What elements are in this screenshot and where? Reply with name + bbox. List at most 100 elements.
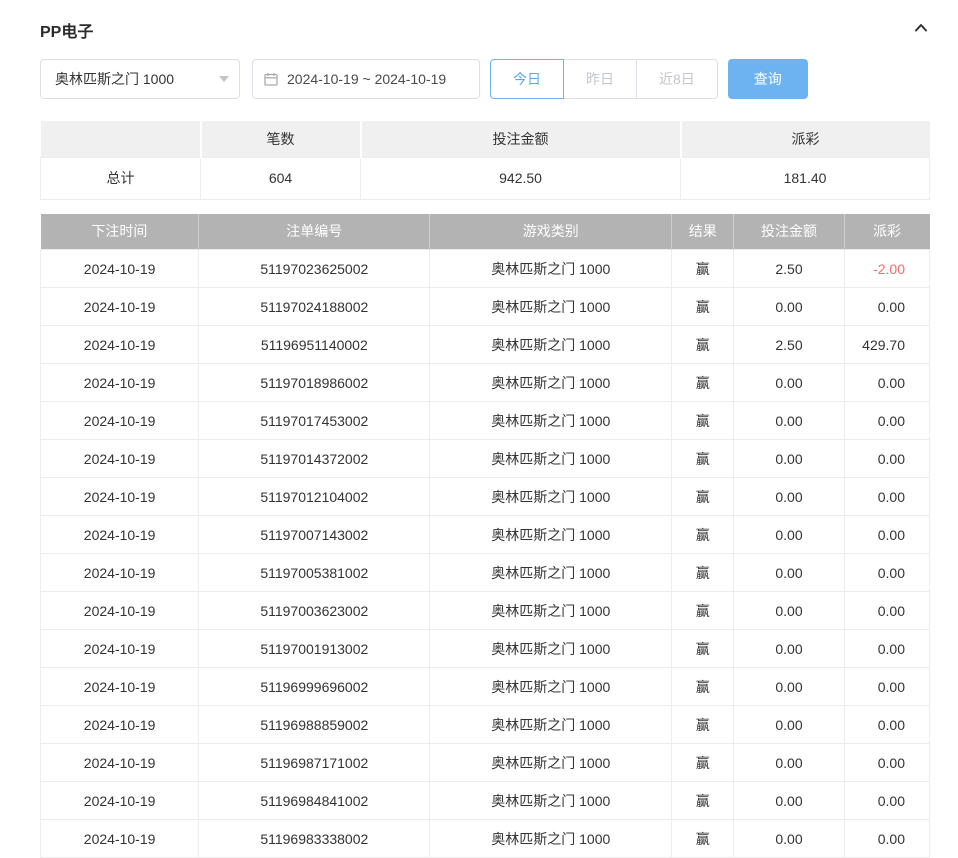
table-cell: 2024-10-19: [41, 706, 199, 744]
table-cell: 51197017453002: [199, 402, 430, 440]
table-cell: 赢: [672, 478, 734, 516]
table-cell: 赢: [672, 820, 734, 858]
bet-table-header-cell: 注单编号: [199, 214, 430, 250]
table-cell: 2024-10-19: [41, 326, 199, 364]
table-cell: 0.00: [734, 516, 844, 554]
table-cell: 赢: [672, 250, 734, 288]
table-cell: 51196999696002: [199, 668, 430, 706]
table-cell: 0.00: [734, 554, 844, 592]
summary-header-payout: 派彩: [681, 121, 930, 157]
table-cell: 奥林匹斯之门 1000: [430, 250, 672, 288]
table-row: 2024-10-1951197017453002奥林匹斯之门 1000赢0.00…: [41, 402, 930, 440]
table-cell: 赢: [672, 516, 734, 554]
table-cell: 赢: [672, 364, 734, 402]
summary-header-count: 笔数: [201, 121, 361, 157]
table-cell: 51196988859002: [199, 706, 430, 744]
table-cell: 0.00: [844, 402, 929, 440]
summary-total-label: 总计: [41, 157, 201, 199]
table-cell: 0.00: [844, 820, 929, 858]
table-cell: 0.00: [844, 478, 929, 516]
table-row: 2024-10-1951197014372002奥林匹斯之门 1000赢0.00…: [41, 440, 930, 478]
table-cell: 奥林匹斯之门 1000: [430, 288, 672, 326]
table-row: 2024-10-1951197005381002奥林匹斯之门 1000赢0.00…: [41, 554, 930, 592]
chevron-up-icon: [912, 19, 930, 42]
table-cell: 51196987171002: [199, 744, 430, 782]
table-cell: 0.00: [734, 668, 844, 706]
table-row: 2024-10-1951197018986002奥林匹斯之门 1000赢0.00…: [41, 364, 930, 402]
table-cell: 0.00: [734, 478, 844, 516]
chevron-down-icon: [219, 76, 229, 82]
table-row: 2024-10-1951197024188002奥林匹斯之门 1000赢0.00…: [41, 288, 930, 326]
table-cell: 2024-10-19: [41, 402, 199, 440]
date-range-input[interactable]: 2024-10-19 ~ 2024-10-19: [252, 59, 480, 99]
search-button[interactable]: 查询: [728, 59, 808, 99]
bet-table: 下注时间注单编号游戏类别结果投注金额派彩 2024-10-19511970236…: [40, 214, 930, 858]
table-cell: 2.50: [734, 326, 844, 364]
table-cell: 429.70: [844, 326, 929, 364]
table-cell: 0.00: [844, 554, 929, 592]
table-cell: 0.00: [844, 592, 929, 630]
pp-games-panel: PP电子 奥林匹斯之门 1000 2024-10-19 ~ 2024-10-19: [0, 0, 958, 858]
table-row: 2024-10-1951196951140002奥林匹斯之门 1000赢2.50…: [41, 326, 930, 364]
table-cell: 0.00: [734, 782, 844, 820]
table-cell: 2024-10-19: [41, 820, 199, 858]
date-range-value: 2024-10-19 ~ 2024-10-19: [287, 71, 446, 87]
table-cell: 奥林匹斯之门 1000: [430, 820, 672, 858]
table-cell: 51197001913002: [199, 630, 430, 668]
table-cell: 51196983338002: [199, 820, 430, 858]
table-cell: 0.00: [734, 402, 844, 440]
table-cell: 0.00: [734, 288, 844, 326]
summary-header-empty: [41, 121, 201, 157]
summary-total-count: 604: [201, 157, 361, 199]
table-row: 2024-10-1951197012104002奥林匹斯之门 1000赢0.00…: [41, 478, 930, 516]
table-cell: 赢: [672, 782, 734, 820]
table-cell: 51197024188002: [199, 288, 430, 326]
calendar-icon: [263, 71, 279, 87]
table-cell: 51196951140002: [199, 326, 430, 364]
table-cell: 奥林匹斯之门 1000: [430, 440, 672, 478]
table-cell: 赢: [672, 326, 734, 364]
table-cell: 51197012104002: [199, 478, 430, 516]
quick-range-button-group: 今日 昨日 近8日: [490, 59, 718, 99]
table-cell: 奥林匹斯之门 1000: [430, 668, 672, 706]
table-cell: 奥林匹斯之门 1000: [430, 744, 672, 782]
table-cell: 赢: [672, 744, 734, 782]
table-cell: 0.00: [844, 440, 929, 478]
table-cell: 0.00: [844, 782, 929, 820]
table-cell: 51197014372002: [199, 440, 430, 478]
table-row: 2024-10-1951197023625002奥林匹斯之门 1000赢2.50…: [41, 250, 930, 288]
table-row: 2024-10-1951196987171002奥林匹斯之门 1000赢0.00…: [41, 744, 930, 782]
table-cell: 奥林匹斯之门 1000: [430, 478, 672, 516]
table-cell: 奥林匹斯之门 1000: [430, 402, 672, 440]
summary-header-bet-amount: 投注金额: [361, 121, 681, 157]
bet-table-header-cell: 下注时间: [41, 214, 199, 250]
table-cell: 0.00: [734, 706, 844, 744]
table-cell: 51197007143002: [199, 516, 430, 554]
table-cell: 赢: [672, 288, 734, 326]
bet-table-header-cell: 投注金额: [734, 214, 844, 250]
table-cell: 赢: [672, 706, 734, 744]
panel-header: PP电子: [40, 15, 930, 45]
table-cell: 奥林匹斯之门 1000: [430, 516, 672, 554]
table-cell: 51197005381002: [199, 554, 430, 592]
yesterday-button[interactable]: 昨日: [563, 59, 637, 99]
filter-bar: 奥林匹斯之门 1000 2024-10-19 ~ 2024-10-19 今日 昨…: [40, 59, 930, 99]
table-cell: 0.00: [844, 364, 929, 402]
table-cell: 2024-10-19: [41, 592, 199, 630]
collapse-panel-button[interactable]: [912, 19, 930, 42]
table-cell: -2.00: [844, 250, 929, 288]
table-cell: 0.00: [734, 820, 844, 858]
table-cell: 奥林匹斯之门 1000: [430, 706, 672, 744]
last-8-days-button[interactable]: 近8日: [636, 59, 718, 99]
table-cell: 2024-10-19: [41, 744, 199, 782]
table-cell: 51197018986002: [199, 364, 430, 402]
table-row: 2024-10-1951196984841002奥林匹斯之门 1000赢0.00…: [41, 782, 930, 820]
today-button[interactable]: 今日: [490, 59, 564, 99]
table-cell: 奥林匹斯之门 1000: [430, 592, 672, 630]
table-cell: 赢: [672, 592, 734, 630]
table-cell: 2024-10-19: [41, 288, 199, 326]
game-select[interactable]: 奥林匹斯之门 1000: [40, 59, 240, 99]
summary-total-row: 总计 604 942.50 181.40: [41, 157, 930, 199]
summary-total-payout: 181.40: [681, 157, 930, 199]
table-cell: 赢: [672, 440, 734, 478]
